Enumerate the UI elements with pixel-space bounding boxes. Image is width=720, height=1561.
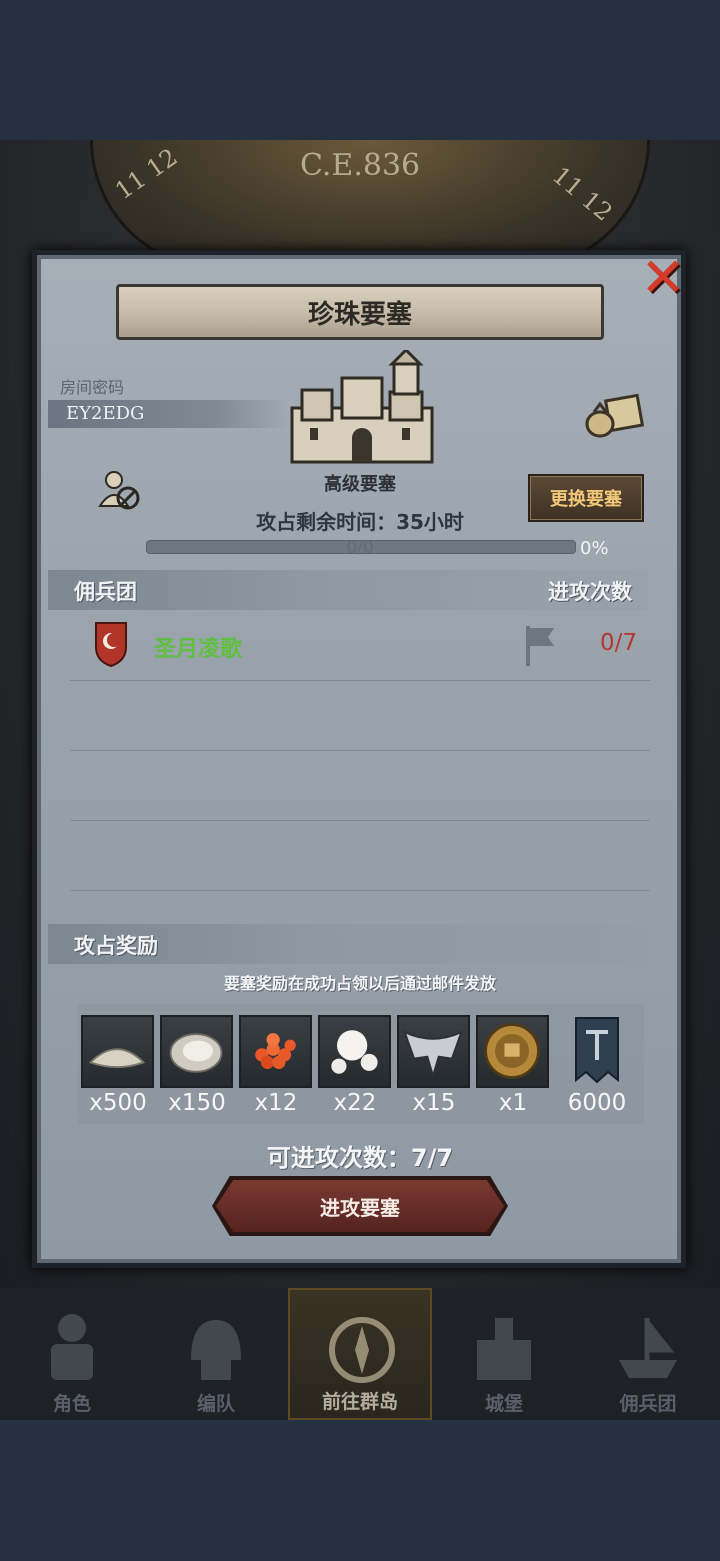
- oyster-icon: [169, 1033, 223, 1073]
- fortress-level: 高级要塞: [324, 474, 396, 495]
- reward-quantity: x1: [498, 1090, 528, 1116]
- reward-quantity: x150: [168, 1090, 226, 1116]
- helmet-icon: [191, 1320, 241, 1380]
- reward-item[interactable]: [318, 1015, 391, 1088]
- winged-emblem-icon: [403, 1030, 464, 1079]
- bottom-nav: 角色 编队 前往群岛 城堡 佣兵团: [0, 1288, 720, 1420]
- castle-icon: [477, 1318, 531, 1380]
- list-divider: [70, 750, 650, 751]
- occupy-progress-percent: 0%: [580, 538, 609, 559]
- nav-label: 前往群岛: [321, 1391, 398, 1413]
- knight-medal-icon: [484, 1023, 540, 1079]
- list-divider: [70, 680, 650, 681]
- reward-item[interactable]: [81, 1015, 154, 1088]
- mercenary-header: 佣兵团: [74, 580, 137, 604]
- change-fortress-button[interactable]: 更换要塞: [528, 474, 644, 522]
- user-blocked-icon[interactable]: [96, 466, 144, 514]
- close-button[interactable]: ✕: [638, 251, 688, 305]
- reward-item[interactable]: [397, 1015, 470, 1088]
- occupy-time-remaining: 攻占剩余时间：35小时: [256, 510, 464, 534]
- nav-item-castle[interactable]: 城堡: [432, 1288, 576, 1420]
- reward-quantity: 6000: [567, 1090, 627, 1116]
- nav-label: 佣兵团: [619, 1393, 677, 1415]
- compass-icon: [329, 1317, 395, 1383]
- nav-label: 角色: [52, 1393, 91, 1415]
- roe-icon: [255, 1033, 296, 1069]
- guild-attack-count: 0/7: [600, 630, 638, 656]
- nav-item-mercenary[interactable]: 佣兵团: [576, 1288, 720, 1420]
- era-year: C.E.836: [300, 148, 421, 183]
- knight-icon: [51, 1314, 93, 1380]
- reward-note: 要塞奖励在成功占领以后通过邮件发放: [223, 974, 496, 993]
- room-code-label: 房间密码: [60, 378, 125, 397]
- flag-icon: [526, 626, 554, 666]
- supply-bag-icon[interactable]: [584, 392, 644, 438]
- nav-item-formation[interactable]: 编队: [144, 1288, 288, 1420]
- guild-crest-icon: [95, 622, 127, 667]
- nav-label: 城堡: [484, 1393, 523, 1415]
- list-divider: [70, 890, 650, 891]
- reward-item[interactable]: [239, 1015, 312, 1088]
- reward-quantity: x12: [254, 1090, 298, 1116]
- dialog-title: 珍珠要塞: [116, 284, 604, 340]
- top-band: [0, 0, 720, 140]
- bottom-band: [0, 1420, 720, 1561]
- reward-header: 攻占奖励: [74, 934, 158, 958]
- nav-item-role[interactable]: 角色: [0, 1288, 144, 1420]
- attack-fortress-button[interactable]: 进攻要塞: [216, 1180, 504, 1232]
- guild-name[interactable]: 圣月凌歌: [154, 631, 242, 663]
- reward-quantity: x22: [333, 1090, 377, 1116]
- reward-quantity: x500: [89, 1090, 147, 1116]
- nav-item-islands[interactable]: 前往群岛: [288, 1288, 432, 1420]
- reward-quantity: x15: [412, 1090, 456, 1116]
- pearl-icon: [331, 1030, 378, 1074]
- salt-pile-icon: [88, 1048, 146, 1069]
- ship-icon: [619, 1318, 677, 1378]
- attack-count-header: 进攻次数: [548, 580, 632, 604]
- reward-item[interactable]: [476, 1015, 549, 1088]
- room-code[interactable]: EY2EDG: [66, 403, 144, 424]
- guild-banner-icon[interactable]: [574, 1016, 620, 1088]
- list-divider: [70, 820, 650, 821]
- occupy-progress-label: 0/0: [346, 538, 374, 558]
- remaining-attacks: 可进攻次数：7/7: [266, 1144, 454, 1172]
- nav-label: 编队: [196, 1393, 235, 1415]
- fortress-icon: [290, 350, 434, 464]
- reward-item[interactable]: [160, 1015, 233, 1088]
